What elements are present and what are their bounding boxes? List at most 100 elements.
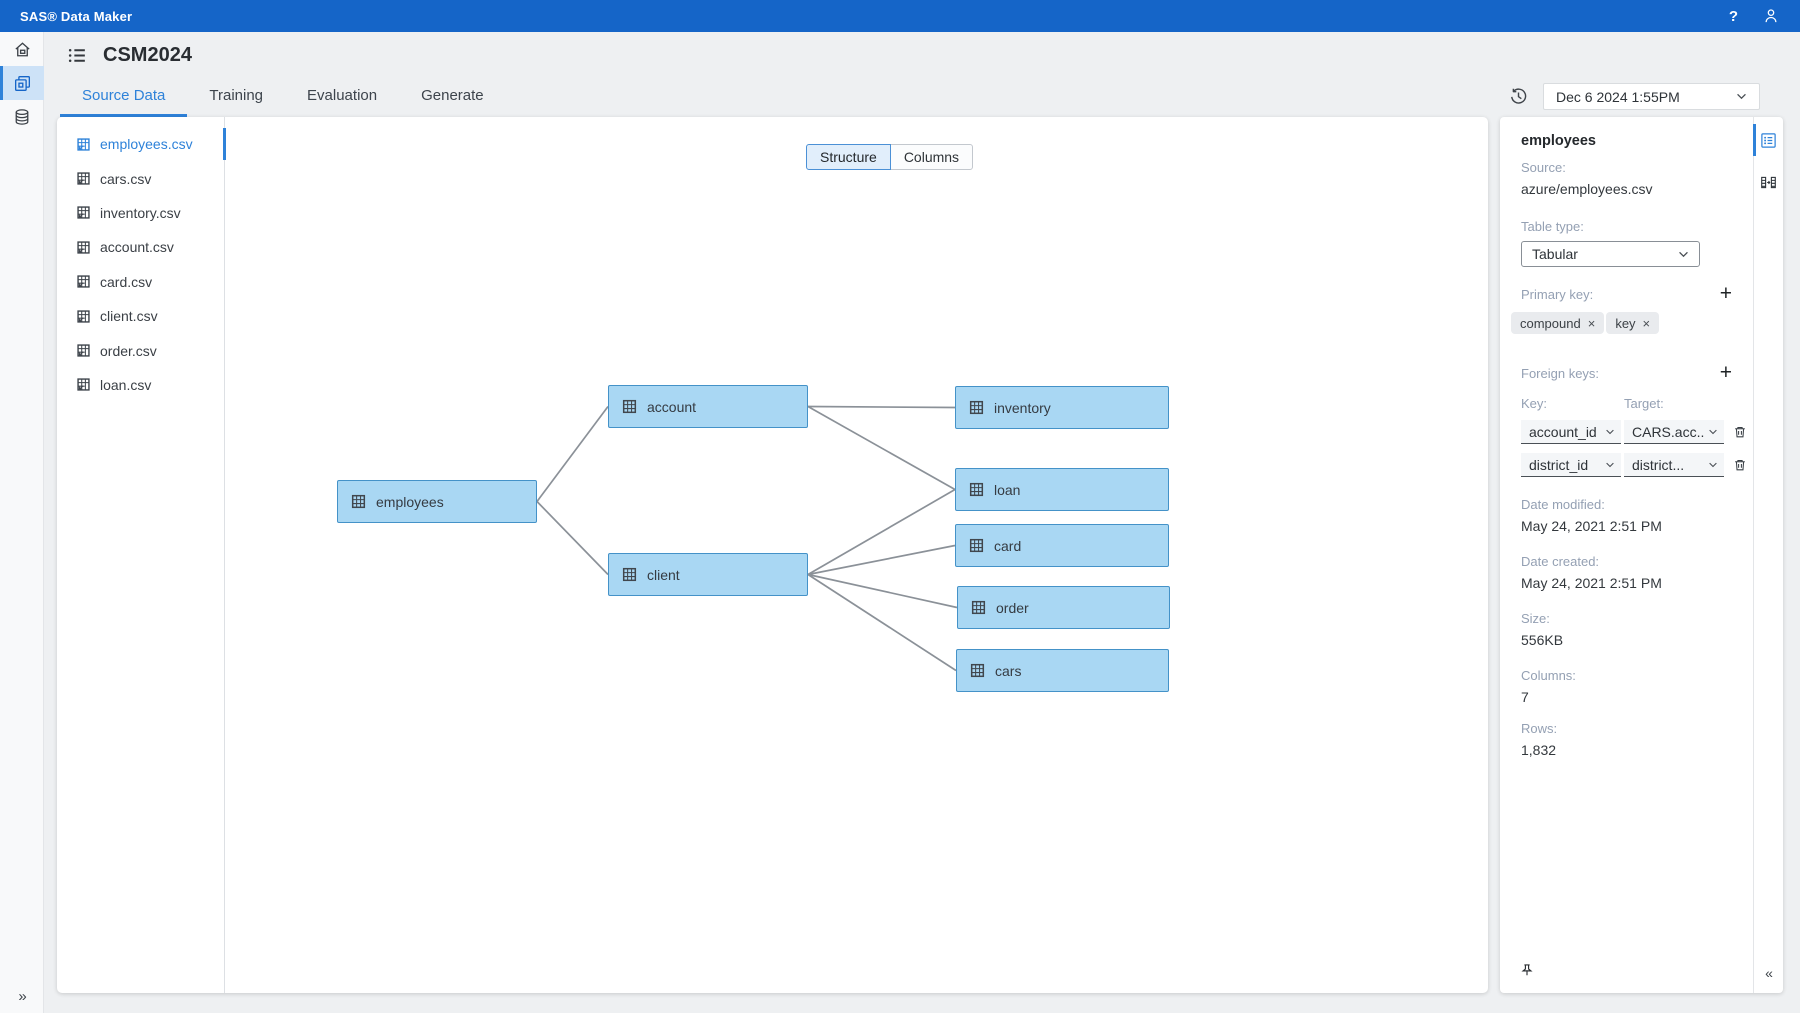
source-file-item-employees[interactable]: employees.csv xyxy=(57,127,224,161)
foreign-key-key-select[interactable]: district_id xyxy=(1521,453,1621,477)
node-label: order xyxy=(996,600,1029,616)
table-file-icon xyxy=(76,137,91,152)
source-file-item-cars[interactable]: cars.csv xyxy=(57,161,224,195)
user-profile-button[interactable] xyxy=(1762,7,1780,25)
trash-icon xyxy=(1733,425,1747,439)
chevron-down-icon xyxy=(1708,429,1718,435)
primary-key-tag: compound × xyxy=(1511,312,1604,334)
source-file-item-inventory[interactable]: inventory.csv xyxy=(57,196,224,230)
foreign-key-row: district_id district... xyxy=(1521,453,1753,477)
pin-panel-button[interactable] xyxy=(1520,963,1534,977)
details-icon-strip: « xyxy=(1753,117,1783,993)
nav-projects[interactable] xyxy=(0,66,44,100)
collapse-panel-button[interactable]: « xyxy=(1754,965,1783,981)
add-foreign-key-button[interactable]: + xyxy=(1720,364,1732,382)
date-created-value: May 24, 2021 2:51 PM xyxy=(1521,575,1753,591)
delete-foreign-key-button[interactable] xyxy=(1733,458,1747,472)
diagram-node-client[interactable]: client xyxy=(608,553,808,596)
file-name: cars.csv xyxy=(100,171,151,187)
view-toggle-columns[interactable]: Columns xyxy=(890,144,973,170)
rows-value: 1,832 xyxy=(1521,742,1753,758)
size-value: 556KB xyxy=(1521,632,1753,648)
foreign-key-key-select[interactable]: account_id xyxy=(1521,420,1621,444)
source-value: azure/employees.csv xyxy=(1521,181,1753,197)
database-icon xyxy=(13,108,31,126)
rows-label: Rows: xyxy=(1521,721,1753,736)
tab-evaluation[interactable]: Evaluation xyxy=(285,84,399,117)
trash-icon xyxy=(1733,458,1747,472)
properties-view-button[interactable] xyxy=(1758,129,1780,151)
source-file-item-card[interactable]: card.csv xyxy=(57,265,224,299)
node-label: card xyxy=(994,538,1021,554)
chevron-down-icon xyxy=(1678,251,1689,258)
view-toggle-structure[interactable]: Structure xyxy=(806,144,891,170)
nav-home[interactable] xyxy=(0,32,44,66)
chevron-down-icon xyxy=(1736,93,1747,100)
diagram-node-order[interactable]: order xyxy=(957,586,1170,629)
diagram-edges xyxy=(225,117,1488,993)
table-file-icon xyxy=(76,343,91,358)
primary-key-tags: compound × key × xyxy=(1511,312,1753,334)
chevron-down-icon xyxy=(1708,462,1718,468)
table-type-select[interactable]: Tabular xyxy=(1521,241,1700,267)
file-name: loan.csv xyxy=(100,377,151,393)
diagram-node-cars[interactable]: cars xyxy=(956,649,1169,692)
join-columns-icon xyxy=(1760,174,1777,191)
node-label: loan xyxy=(994,482,1020,498)
nav-data[interactable] xyxy=(0,100,44,134)
fk-key-column-label: Key: xyxy=(1521,396,1624,411)
file-name: inventory.csv xyxy=(100,205,181,221)
left-nav-rail: » xyxy=(0,32,44,1013)
table-icon xyxy=(971,600,986,615)
diagram-node-loan[interactable]: loan xyxy=(955,468,1169,511)
table-file-icon xyxy=(76,171,91,186)
remove-tag-icon[interactable]: × xyxy=(1643,317,1651,330)
date-modified-value: May 24, 2021 2:51 PM xyxy=(1521,518,1753,534)
help-button[interactable]: ? xyxy=(1729,8,1738,25)
date-created-label: Date created: xyxy=(1521,554,1753,569)
project-header: CSM2024 xyxy=(67,44,192,67)
table-icon xyxy=(970,663,985,678)
primary-key-tag: key × xyxy=(1606,312,1659,334)
foreign-key-target-select[interactable]: district... xyxy=(1624,453,1724,477)
tab-generate[interactable]: Generate xyxy=(399,84,506,117)
size-label: Size: xyxy=(1521,611,1753,626)
expand-nav-button[interactable]: » xyxy=(0,988,44,1005)
table-type-value: Tabular xyxy=(1532,246,1578,262)
properties-icon xyxy=(1760,132,1777,149)
table-file-icon xyxy=(76,205,91,220)
delete-foreign-key-button[interactable] xyxy=(1733,425,1747,439)
tab-training[interactable]: Training xyxy=(187,84,285,117)
source-file-item-order[interactable]: order.csv xyxy=(57,333,224,367)
diagram-node-card[interactable]: card xyxy=(955,524,1169,567)
foreign-keys-label: Foreign keys: xyxy=(1521,366,1599,381)
project-list-icon[interactable] xyxy=(67,45,88,66)
table-file-icon xyxy=(76,309,91,324)
source-file-item-loan[interactable]: loan.csv xyxy=(57,368,224,402)
join-mapping-button[interactable] xyxy=(1758,171,1780,193)
history-icon[interactable] xyxy=(1509,87,1528,106)
foreign-key-row: account_id CARS.acc.. xyxy=(1521,420,1753,444)
source-file-item-client[interactable]: client.csv xyxy=(57,299,224,333)
app-top-bar: SAS® Data Maker ? xyxy=(0,0,1800,32)
projects-icon xyxy=(13,74,32,93)
chevron-down-icon xyxy=(1605,429,1615,435)
home-icon xyxy=(13,40,32,59)
table-icon xyxy=(969,400,984,415)
file-name: client.csv xyxy=(100,308,158,324)
remove-tag-icon[interactable]: × xyxy=(1588,317,1596,330)
main-tabs: Source DataTrainingEvaluationGenerate xyxy=(60,84,506,117)
diagram-node-employees[interactable]: employees xyxy=(337,480,537,523)
tab-source-data[interactable]: Source Data xyxy=(60,84,187,117)
foreign-key-target-select[interactable]: CARS.acc.. xyxy=(1624,420,1724,444)
file-name: order.csv xyxy=(100,343,157,359)
fk-target-column-label: Target: xyxy=(1624,396,1727,411)
page-title: CSM2024 xyxy=(103,44,192,67)
node-label: cars xyxy=(995,663,1021,679)
source-file-item-account[interactable]: account.csv xyxy=(57,230,224,264)
snapshot-dropdown[interactable]: Dec 6 2024 1:55PM xyxy=(1543,83,1760,110)
table-icon xyxy=(969,482,984,497)
diagram-node-inventory[interactable]: inventory xyxy=(955,386,1169,429)
diagram-node-account[interactable]: account xyxy=(608,385,808,428)
add-primary-key-button[interactable]: + xyxy=(1720,285,1732,303)
